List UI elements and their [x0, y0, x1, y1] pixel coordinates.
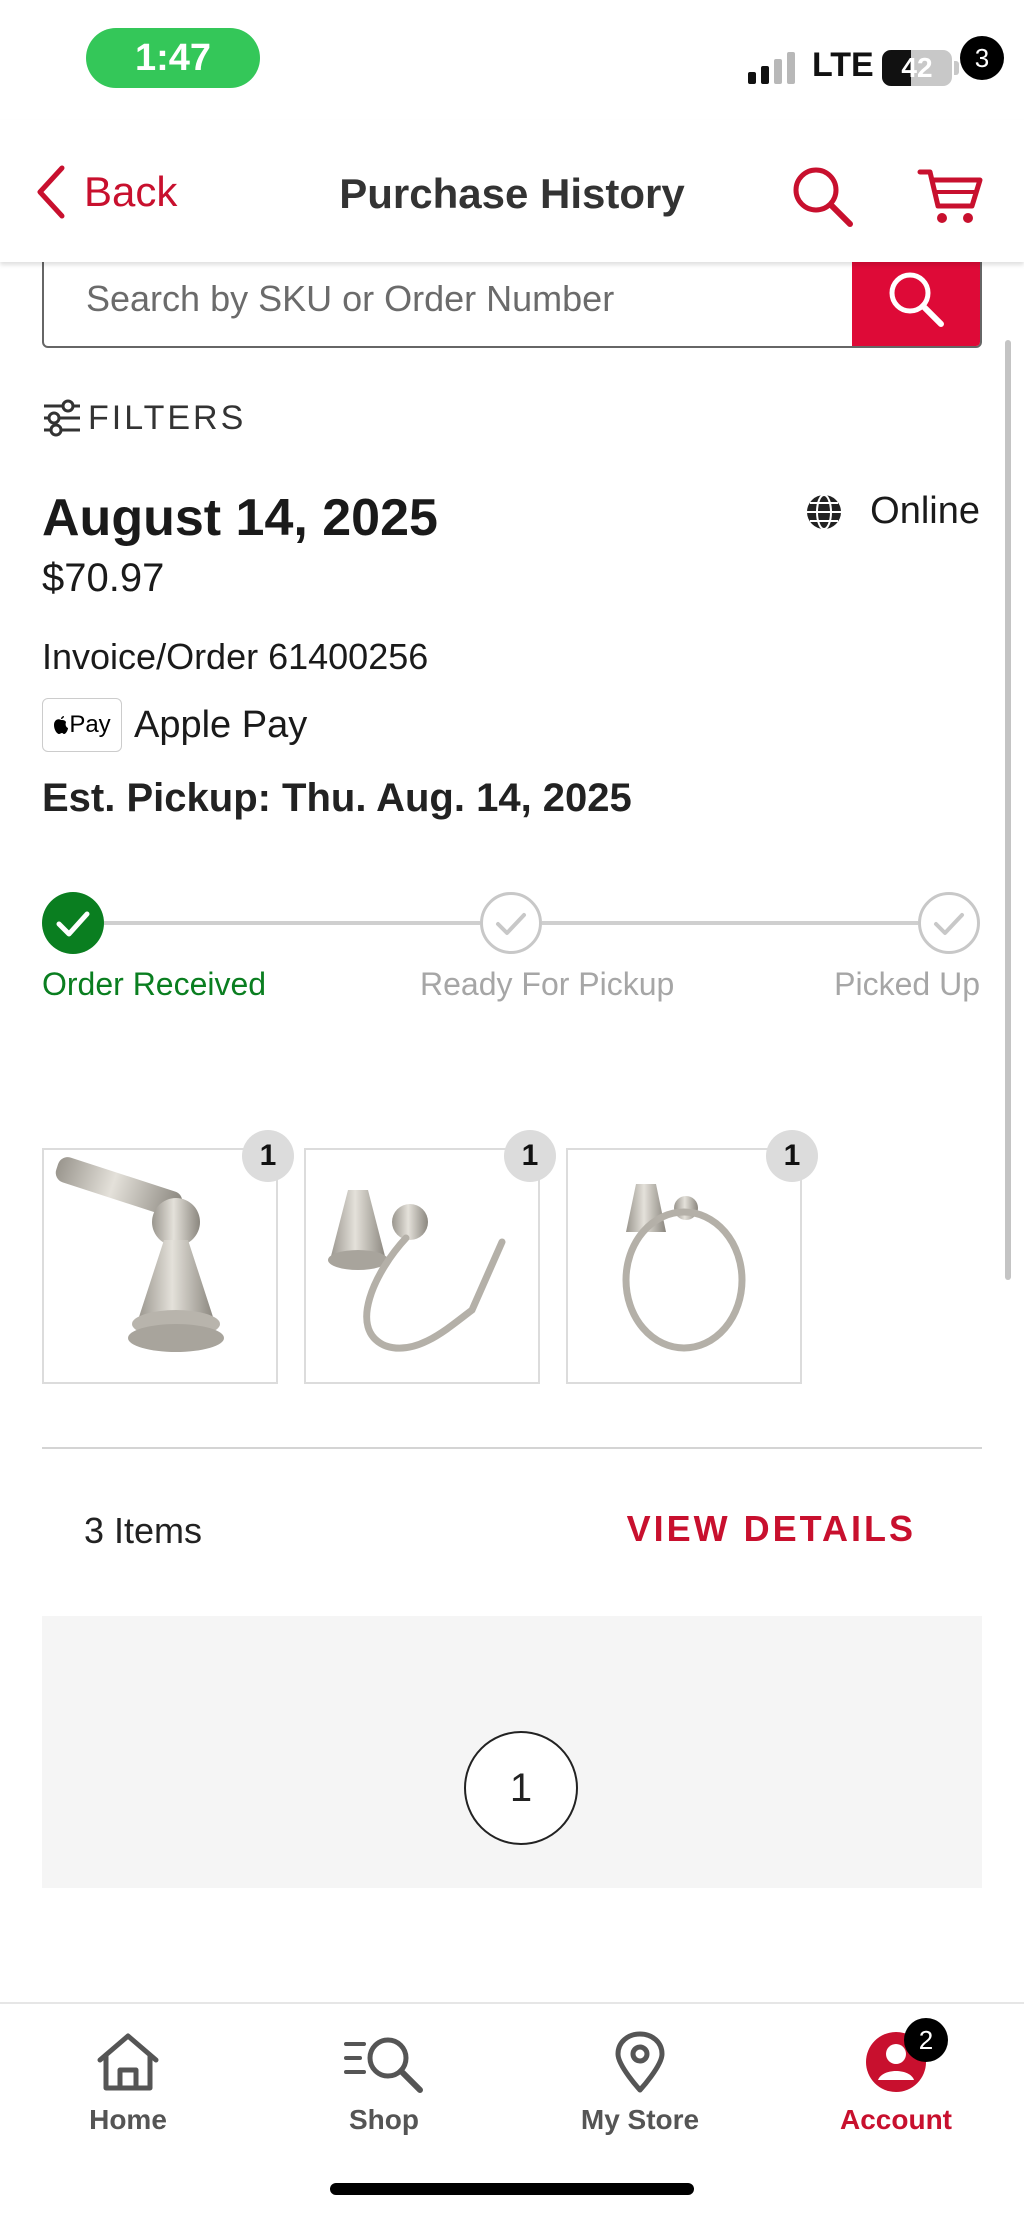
- search-input[interactable]: [44, 252, 854, 346]
- apple-pay-logo: Pay: [42, 698, 122, 752]
- step-label-ready-for-pickup: Ready For Pickup: [420, 966, 675, 1002]
- home-indicator: [330, 2183, 694, 2195]
- tab-shop[interactable]: Shop: [284, 2030, 484, 2150]
- step-picked-up-icon: [918, 892, 980, 954]
- cellular-signal-icon: [748, 52, 795, 84]
- tab-home[interactable]: Home: [28, 2030, 228, 2150]
- chevron-left-icon: [37, 165, 65, 219]
- towel-bar-image: [55, 1157, 224, 1352]
- order-channel: Online: [804, 490, 980, 533]
- item-qty-badge: 1: [766, 1130, 818, 1182]
- filters-button[interactable]: FILTERS: [42, 398, 246, 438]
- search-icon: [793, 167, 853, 227]
- step-order-received-icon: [42, 892, 104, 954]
- toilet-paper-holder-image: [328, 1190, 506, 1352]
- checkmark-icon: [934, 913, 964, 935]
- battery-level: 42: [901, 52, 933, 83]
- battery-icon: 42: [882, 50, 952, 86]
- page-title: Purchase History: [339, 170, 685, 217]
- sliders-icon: [44, 399, 80, 437]
- order-search: [42, 250, 982, 348]
- checkmark-icon: [496, 913, 526, 935]
- network-type: LTE: [812, 46, 874, 84]
- checkmark-icon: [56, 911, 90, 937]
- item-thumbnail-towel-bar[interactable]: [42, 1148, 278, 1384]
- channel-label: Online: [870, 490, 980, 532]
- account-badge: 2: [904, 2018, 948, 2062]
- filters-label: FILTERS: [88, 398, 247, 437]
- order-date: August 14, 2025: [42, 489, 438, 547]
- divider: [42, 1447, 982, 1449]
- order-total: $70.97: [42, 556, 165, 600]
- apple-icon: [54, 716, 69, 734]
- tab-label: My Store: [580, 2104, 700, 2135]
- invoice-number: Invoice/Order 61400256: [42, 636, 429, 677]
- apple-pay-logo-text: Pay: [69, 711, 111, 738]
- location-pin-icon: [615, 2031, 665, 2093]
- item-qty-badge: 1: [242, 1130, 294, 1182]
- tab-label: Home: [89, 2104, 167, 2135]
- back-label: Back: [84, 168, 178, 215]
- status-bar: 1:47 LTE 42: [0, 0, 1024, 120]
- search-icon: [889, 272, 944, 327]
- towel-ring-image: [622, 1184, 746, 1352]
- scrollbar[interactable]: [1005, 340, 1011, 1280]
- view-details-button[interactable]: VIEW DETAILS: [627, 1508, 916, 1550]
- item-thumbnail-towel-ring[interactable]: [566, 1148, 802, 1384]
- tab-my-store[interactable]: My Store: [540, 2030, 740, 2150]
- header-search-button[interactable]: [790, 164, 854, 228]
- step-label-order-received: Order Received: [42, 966, 267, 1002]
- back-button[interactable]: Back: [36, 162, 177, 222]
- items-count: 3 Items: [84, 1510, 203, 1551]
- step-ready-for-pickup-icon: [480, 892, 542, 954]
- cart-button[interactable]: [916, 164, 986, 228]
- tab-label: Shop: [349, 2104, 419, 2135]
- payment-method: Pay Apple Pay: [42, 698, 307, 752]
- status-time: 1:47: [86, 28, 260, 88]
- battery-tip: [954, 61, 959, 75]
- tab-label: Account: [840, 2104, 952, 2135]
- shop-search-icon: [344, 2037, 423, 2093]
- home-icon: [97, 2033, 159, 2091]
- tab-account[interactable]: Account: [796, 2030, 996, 2150]
- step-label-picked-up: Picked Up: [834, 966, 980, 1002]
- cart-icon: [917, 169, 983, 223]
- page-button-current[interactable]: 1: [464, 1731, 578, 1845]
- item-qty-badge: 1: [504, 1130, 556, 1182]
- item-thumbnail-toilet-paper-holder[interactable]: [304, 1148, 540, 1384]
- cart-count-badge: 3: [960, 36, 1004, 80]
- estimated-pickup: Est. Pickup: Thu. Aug. 14, 2025: [42, 776, 632, 820]
- tracker-connector: [542, 921, 918, 925]
- pagination: 1: [42, 1616, 982, 1888]
- nav-header: Back Purchase History: [0, 120, 1024, 262]
- tracker-connector: [104, 921, 480, 925]
- globe-icon: [807, 493, 842, 530]
- search-submit-button[interactable]: [852, 252, 980, 346]
- payment-method-label: Apple Pay: [134, 703, 308, 746]
